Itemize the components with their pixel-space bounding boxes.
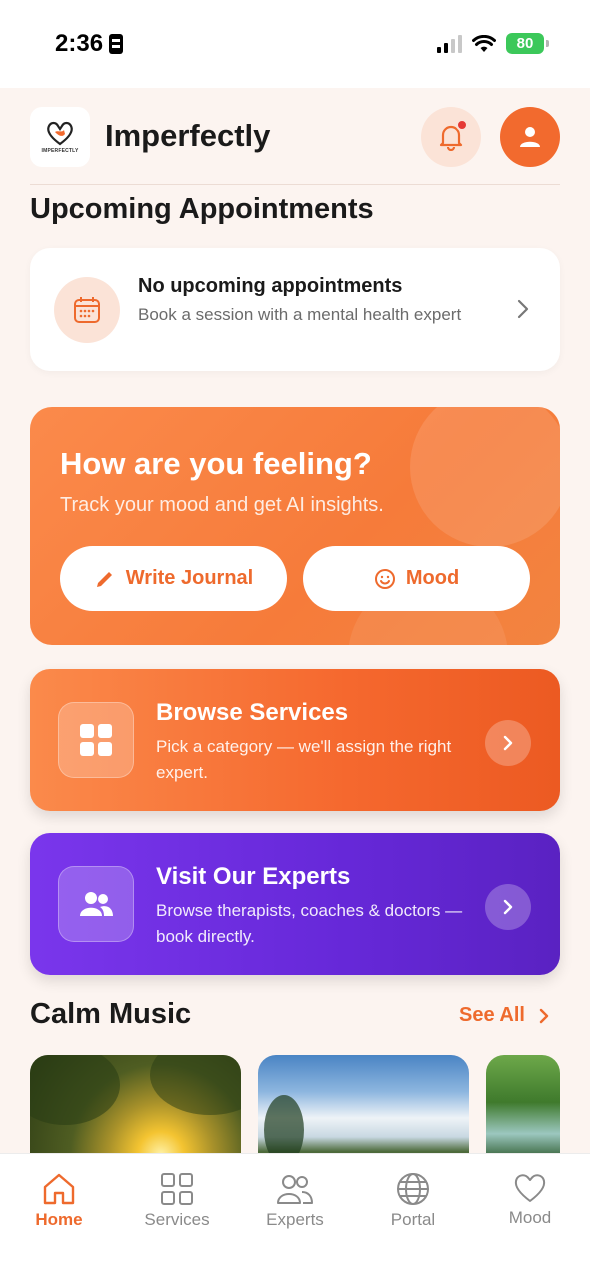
music-track-card[interactable] [30, 1055, 241, 1160]
mood-card-title: How are you feeling? [60, 446, 372, 481]
battery-icon: 80 [506, 33, 549, 54]
nav-mood-label: Mood [508, 1208, 552, 1227]
write-journal-label: Write Journal [125, 567, 254, 589]
bottom-navigation: Home Services Experts Portal Mood [0, 1153, 590, 1280]
browse-services-description: Pick a category — we'll assign the right… [156, 737, 452, 782]
status-time: 2:36 [55, 30, 124, 58]
appointment-empty-title: No upcoming appointments [138, 275, 403, 297]
see-all-link[interactable]: See All [459, 1004, 549, 1027]
signal-icon [437, 34, 462, 53]
browse-services-card[interactable]: Browse Services Pick a category — we'll … [30, 669, 560, 811]
nav-experts[interactable]: Experts [240, 1172, 350, 1230]
mood-button[interactable]: Mood [303, 546, 530, 611]
music-track-card[interactable] [258, 1055, 469, 1160]
mood-tracker-card: How are you feeling? Track your mood and… [30, 407, 560, 645]
calm-music-title: Calm Music [30, 998, 192, 1030]
grid-icon [58, 702, 134, 778]
nav-mood[interactable]: Mood [475, 1172, 585, 1228]
mood-card-subtitle: Track your mood and get AI insights. [60, 494, 384, 516]
grid-icon [161, 1173, 193, 1205]
time-text: 2:36 [55, 30, 104, 57]
visit-experts-title: Visit Our Experts [156, 863, 351, 890]
wifi-icon [472, 34, 496, 52]
appointment-empty-subtitle: Book a session with a mental health expe… [138, 305, 462, 324]
browse-services-title: Browse Services [156, 699, 349, 726]
nav-portal-label: Portal [390, 1210, 436, 1229]
smile-icon [374, 568, 395, 589]
nav-experts-label: Experts [266, 1210, 324, 1229]
battery-level: 80 [516, 35, 534, 52]
chevron-right-icon [503, 735, 513, 751]
nav-portal[interactable]: Portal [358, 1172, 468, 1230]
notification-badge [456, 119, 468, 131]
pencil-icon [96, 571, 112, 587]
image-tree [30, 1055, 120, 1125]
chevron-right-icon [539, 1008, 549, 1023]
browse-services-arrow[interactable] [485, 720, 531, 766]
write-journal-button[interactable]: Write Journal [60, 546, 287, 611]
home-icon [43, 1173, 75, 1205]
visit-experts-card[interactable]: Visit Our Experts Browse therapists, coa… [30, 833, 560, 975]
nav-services-label: Services [144, 1210, 210, 1229]
image-tree [264, 1095, 304, 1160]
heart-icon [514, 1174, 546, 1202]
nav-home-label: Home [35, 1210, 83, 1229]
chevron-right-icon [503, 899, 513, 915]
decorative-circle [410, 407, 560, 547]
header-divider [30, 184, 560, 185]
see-all-label: See All [459, 1004, 525, 1026]
nav-home[interactable]: Home [4, 1172, 114, 1230]
status-indicators: 80 [437, 33, 549, 54]
chevron-right-icon [517, 299, 529, 319]
image-tree [150, 1055, 241, 1115]
visit-experts-description: Browse therapists, coaches & doctors — b… [156, 901, 463, 946]
user-icon [520, 127, 540, 147]
calendar-icon [54, 277, 120, 343]
lock-icon [109, 34, 124, 54]
logo-text: IMPERFECTLY [41, 148, 79, 154]
appointment-card[interactable]: No upcoming appointments Book a session … [30, 248, 560, 371]
nav-services[interactable]: Services [122, 1172, 232, 1230]
music-track-card[interactable] [486, 1055, 560, 1160]
people-icon [277, 1175, 313, 1204]
mood-label: Mood [405, 567, 460, 589]
globe-icon [397, 1173, 429, 1205]
notifications-button[interactable] [421, 107, 481, 167]
logo-heart-icon [47, 121, 73, 146]
appointments-title: Upcoming Appointments [30, 193, 374, 225]
profile-button[interactable] [500, 107, 560, 167]
app-title: Imperfectly [105, 118, 271, 153]
visit-experts-arrow[interactable] [485, 884, 531, 930]
status-bar: 2:36 80 [0, 0, 590, 88]
people-icon [58, 866, 134, 942]
app-logo: IMPERFECTLY [30, 107, 90, 167]
